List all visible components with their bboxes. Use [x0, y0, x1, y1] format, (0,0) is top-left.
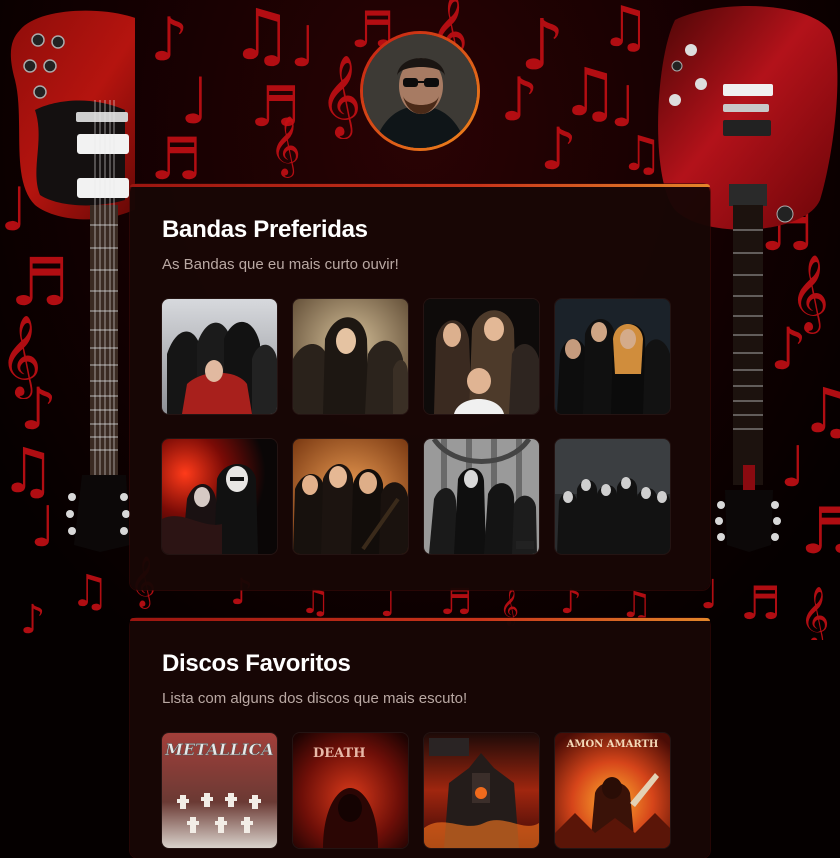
band-photo-4-icon[interactable] — [555, 299, 670, 414]
band-photo-3-icon[interactable] — [424, 299, 539, 414]
music-note-icon: ♪ — [560, 582, 582, 622]
music-note-icon: 𝄞 — [800, 586, 830, 640]
music-note-icon: ♫ — [70, 566, 110, 617]
albums-grid: METALLICA DEATH AMON AMARTH — [162, 733, 678, 848]
music-note-icon: ♫ — [230, 0, 293, 76]
music-note-icon: ♫ — [300, 582, 331, 622]
music-note-icon: ♩ — [380, 585, 397, 625]
music-note-icon: ♪ — [150, 5, 189, 75]
album-cover-1-icon[interactable]: METALLICA — [162, 733, 277, 848]
favorite-albums-section: Discos Favoritos Lista com alguns dos di… — [130, 618, 710, 858]
profile-avatar[interactable] — [360, 31, 480, 151]
band-photo-1-icon[interactable] — [162, 299, 277, 414]
music-note-icon: ♬ — [150, 125, 202, 193]
music-note-icon: ♬ — [740, 576, 782, 630]
band-photo-8-icon[interactable] — [555, 439, 670, 554]
discs-section-title: Discos Favoritos — [162, 650, 351, 677]
music-note-icon: 𝄞 — [270, 116, 301, 176]
profile-photo-icon — [363, 34, 477, 148]
album-1-logo: METALLICA — [164, 740, 273, 759]
band-photo-2-icon[interactable] — [293, 299, 408, 414]
band-photo-7-icon[interactable] — [424, 439, 539, 554]
album-4-logo: AMON AMARTH — [566, 739, 659, 750]
bands-section-title: Bandas Preferidas — [162, 216, 368, 243]
music-note-icon: ♬ — [440, 582, 473, 623]
music-note-icon: ♩ — [290, 15, 317, 80]
bands-section-subtitle: As Bandas que eu mais curto ouvir! — [162, 256, 399, 273]
music-note-icon: ♫ — [600, 0, 651, 60]
band-photo-5-icon[interactable] — [162, 439, 277, 554]
music-note-icon: 𝄞 — [320, 54, 362, 136]
left-guitar-image — [10, 10, 135, 552]
music-note-icon: ♪ — [20, 597, 46, 640]
bands-grid — [162, 299, 678, 554]
music-note-icon: ♪ — [540, 115, 578, 183]
band-photo-6-icon[interactable] — [293, 439, 408, 554]
favorite-bands-section: Bandas Preferidas As Bandas que eu mais … — [130, 184, 710, 590]
discs-section-subtitle: Lista com alguns dos discos que mais esc… — [162, 690, 468, 707]
album-cover-2-icon[interactable]: DEATH — [293, 733, 408, 848]
album-2-logo: DEATH — [313, 746, 366, 761]
music-note-icon: ♪ — [500, 65, 539, 135]
album-cover-3-icon[interactable] — [424, 733, 539, 848]
album-cover-4-icon[interactable]: AMON AMARTH — [555, 733, 670, 848]
